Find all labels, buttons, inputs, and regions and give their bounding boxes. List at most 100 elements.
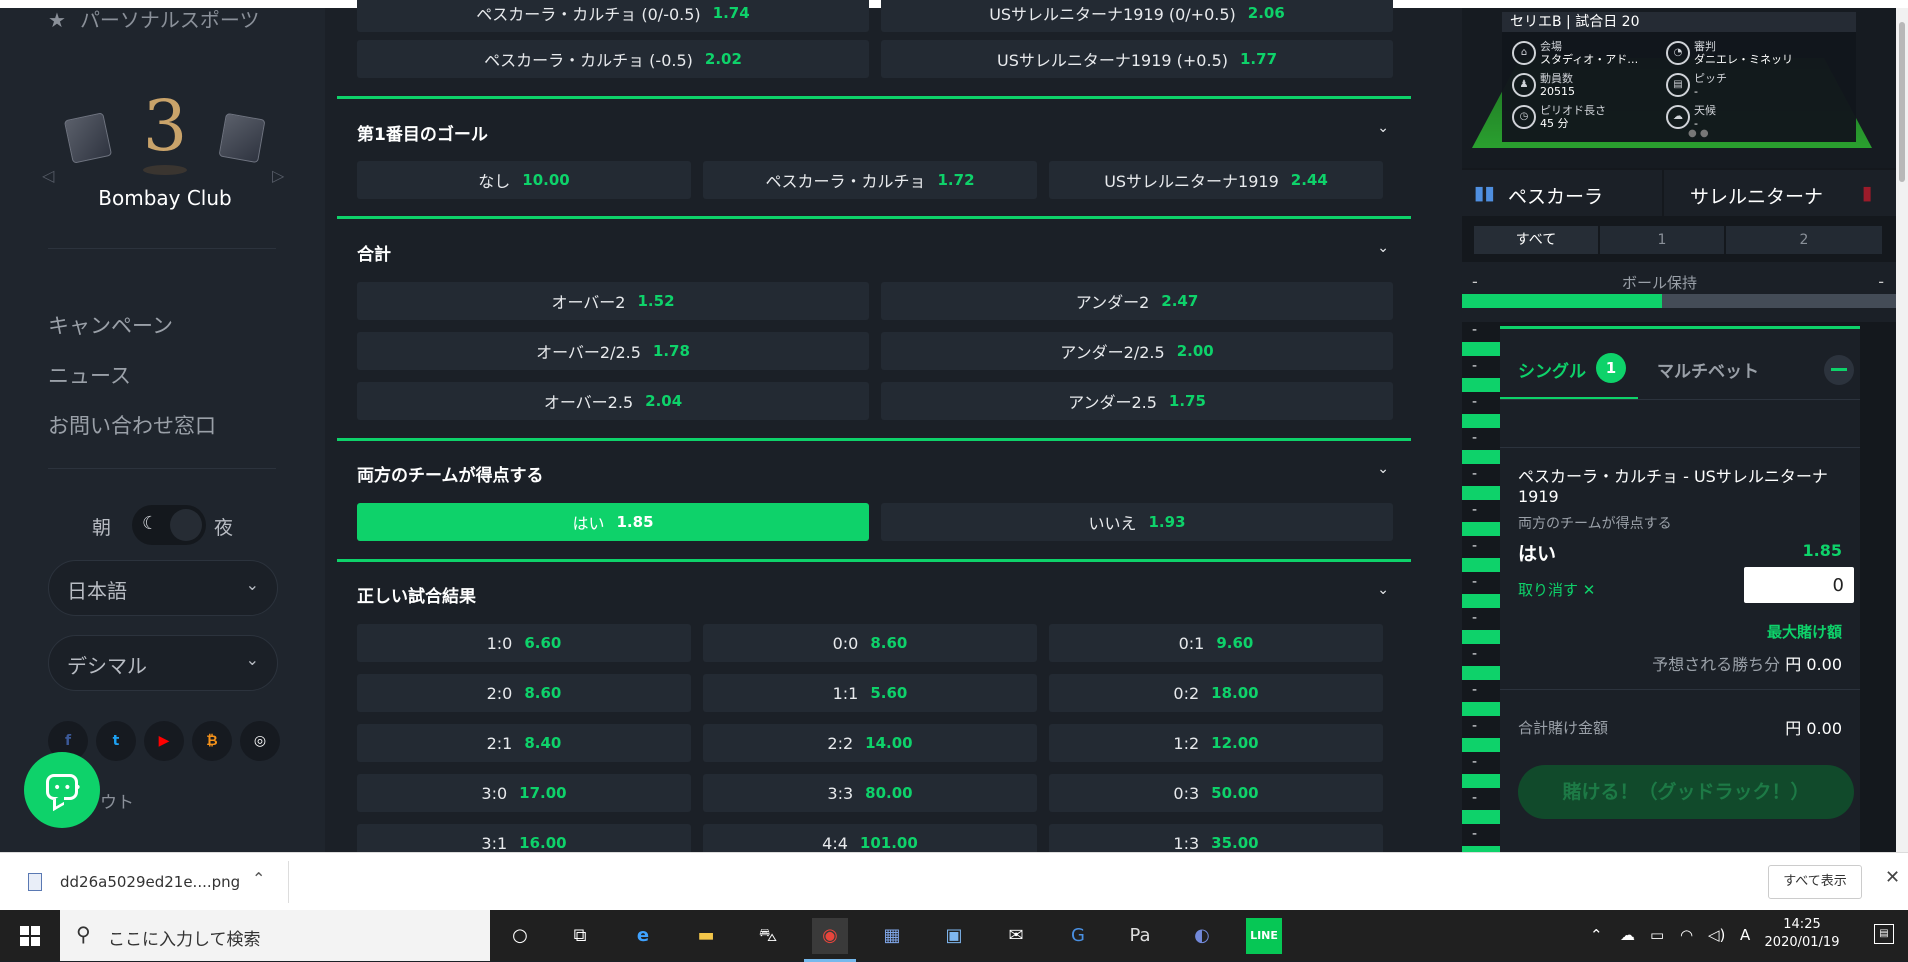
odds-button[interactable]: 0:0 8.60 [703, 624, 1037, 662]
max-bet-button[interactable]: 最大賭け額 [1767, 621, 1842, 642]
odds-button-selected[interactable]: はい 1.85 [357, 503, 869, 541]
edge-icon[interactable]: e [625, 918, 661, 954]
odds-button[interactable]: ペスカーラ・カルチョ (0/-0.5) 1.74 [357, 0, 869, 32]
instagram-icon[interactable]: ◎ [240, 721, 280, 761]
page-scrollbar[interactable] [1896, 8, 1908, 852]
odds-button[interactable]: USサレルニターナ1919 (0/+0.5) 2.06 [881, 0, 1393, 32]
close-icon[interactable]: ✕ [1885, 867, 1900, 888]
bitcoin-icon[interactable]: ₿ [192, 721, 232, 761]
sidebar-item-personal-sports[interactable]: ★ パーソナルスポーツ [48, 4, 260, 33]
pa-app-icon[interactable]: Pa [1122, 918, 1158, 954]
odds-button[interactable]: 2:1 8.40 [357, 724, 691, 762]
odds-button[interactable]: 0:2 18.00 [1049, 674, 1383, 712]
odds-button[interactable]: オーバー2/2.5 1.78 [357, 332, 869, 370]
carousel-dots[interactable]: ● ● [1688, 128, 1709, 139]
odds-button[interactable]: 3:3 80.00 [703, 774, 1037, 812]
market-title-total[interactable]: 合計 [357, 240, 391, 265]
bombay-club-logo[interactable]: 3 [130, 85, 200, 178]
stake-input[interactable] [1744, 567, 1854, 603]
g-app-icon[interactable]: G [1060, 918, 1096, 954]
market-title-first-goal[interactable]: 第1番目のゴール [357, 120, 488, 145]
odds-button[interactable]: ペスカーラ・カルチョ (-0.5) 2.02 [357, 40, 869, 78]
minimize-icon[interactable] [1824, 355, 1854, 385]
store-icon[interactable]: ⛍ [750, 918, 786, 954]
person-icon: ♟ [1512, 73, 1536, 97]
market-title-btts[interactable]: 両方のチームが得点する [357, 461, 544, 486]
line-icon[interactable]: LINE [1246, 918, 1282, 954]
stat-value: - [1472, 574, 1478, 590]
sidebar-link-news[interactable]: ニュース [48, 360, 131, 390]
taskbar-search-box[interactable]: ⚲ ここに入力して検索 [60, 910, 490, 961]
carousel-prev-icon[interactable]: ◁ [42, 166, 54, 185]
language-select[interactable]: 日本語 ⌄ [48, 560, 278, 616]
chevron-down-icon[interactable]: ⌄ [1377, 120, 1389, 136]
youtube-icon[interactable]: ▶ [144, 721, 184, 761]
market-title-correct-score[interactable]: 正しい試合結果 [357, 582, 476, 607]
odds-button[interactable]: 1:0 6.60 [357, 624, 691, 662]
tab-period-1[interactable]: 1 [1600, 226, 1724, 254]
sidebar-link-campaigns[interactable]: キャンペーン [48, 310, 173, 340]
discord-icon[interactable]: ◐ [1184, 918, 1220, 954]
odds-button[interactable]: USサレルニターナ1919 2.44 [1049, 161, 1383, 199]
ime-indicator[interactable]: A [1740, 926, 1750, 944]
odds-button[interactable]: アンダー2 2.47 [881, 282, 1393, 320]
stat-bar [1462, 594, 1500, 608]
odds-button[interactable]: オーバー2 1.52 [357, 282, 869, 320]
odds-button[interactable]: 4:4 101.00 [703, 824, 1037, 852]
odds-button[interactable]: なし 10.00 [357, 161, 691, 199]
task-view-icon[interactable]: ⧉ [562, 918, 598, 954]
twitter-icon[interactable]: t [96, 721, 136, 761]
odds-button[interactable]: 2:0 8.60 [357, 674, 691, 712]
chevron-down-icon[interactable]: ⌄ [1377, 461, 1389, 477]
tab-single[interactable]: シングル [1518, 357, 1586, 382]
download-item[interactable]: dd26a5029ed21e....png [60, 873, 240, 891]
odds-button[interactable]: ペスカーラ・カルチョ 1.72 [703, 161, 1037, 199]
window-app-icon[interactable]: ▣ [936, 918, 972, 954]
chat-button[interactable]: ••• [24, 752, 100, 828]
chevron-down-icon[interactable]: ⌄ [1377, 240, 1389, 256]
odds-button[interactable]: オーバー2.5 2.04 [357, 382, 869, 420]
odds-button[interactable]: アンダー2.5 1.75 [881, 382, 1393, 420]
casino-carousel[interactable]: ◁ 3 ▷ Bombay Club [42, 78, 284, 218]
onedrive-icon[interactable]: ☁ [1620, 926, 1635, 944]
odds-button[interactable]: 0:3 50.00 [1049, 774, 1383, 812]
odds-button[interactable]: 1:3 35.00 [1049, 824, 1383, 852]
odds-button[interactable]: いいえ 1.93 [881, 503, 1393, 541]
carousel-next-icon[interactable]: ▷ [272, 166, 284, 185]
place-bet-button[interactable]: 賭ける！（グッドラック！） [1518, 765, 1854, 819]
odds-button[interactable]: 3:1 16.00 [357, 824, 691, 852]
chevron-down-icon[interactable]: ⌄ [1377, 582, 1389, 598]
theme-toggle-knob[interactable] [170, 509, 202, 541]
odds-button[interactable]: 0:1 9.60 [1049, 624, 1383, 662]
tab-multibet[interactable]: マルチベット [1657, 357, 1759, 382]
mail-icon[interactable]: ✉ [998, 918, 1034, 954]
clock[interactable]: 14:25 2020/01/19 [1760, 916, 1844, 952]
file-explorer-icon[interactable]: ▬ [688, 918, 724, 954]
chrome-icon[interactable]: ◉ [804, 918, 856, 962]
odds-format-select[interactable]: デシマル ⌄ [48, 635, 278, 691]
windows-start-icon[interactable] [20, 926, 40, 946]
remove-bet-button[interactable]: 取り消す ✕ [1518, 579, 1595, 600]
odds-button[interactable]: 3:0 17.00 [357, 774, 691, 812]
notification-icon[interactable]: ▤ [1874, 924, 1894, 944]
show-all-button[interactable]: すべて表示 [1768, 865, 1862, 899]
logout-link[interactable]: ウト [100, 788, 134, 813]
stat-value: - [1472, 466, 1478, 482]
tab-period-2[interactable]: 2 [1726, 226, 1882, 254]
theme-toggle[interactable]: ☾ [132, 505, 206, 545]
odds-button[interactable]: 1:2 12.00 [1049, 724, 1383, 762]
cortana-icon[interactable]: ○ [502, 918, 538, 954]
settings-app-icon[interactable]: ▦ [874, 918, 910, 954]
scrollbar-thumb[interactable] [1899, 22, 1905, 182]
odds-button[interactable]: 2:2 14.00 [703, 724, 1037, 762]
volume-icon[interactable]: ◁) [1708, 926, 1725, 944]
chevron-up-icon[interactable]: ⌃ [252, 869, 265, 888]
sidebar-link-contact[interactable]: お問い合わせ窓口 [48, 410, 216, 440]
odds-button[interactable]: USサレルニターナ1919 (+0.5) 1.77 [881, 40, 1393, 78]
wifi-icon[interactable]: ◠ [1680, 926, 1693, 944]
odds-button[interactable]: 1:1 5.60 [703, 674, 1037, 712]
tab-all[interactable]: すべて [1474, 226, 1598, 254]
odds-button[interactable]: アンダー2/2.5 2.00 [881, 332, 1393, 370]
battery-icon[interactable]: ▭ [1650, 926, 1664, 944]
tray-chevron-up-icon[interactable]: ⌃ [1590, 926, 1603, 944]
